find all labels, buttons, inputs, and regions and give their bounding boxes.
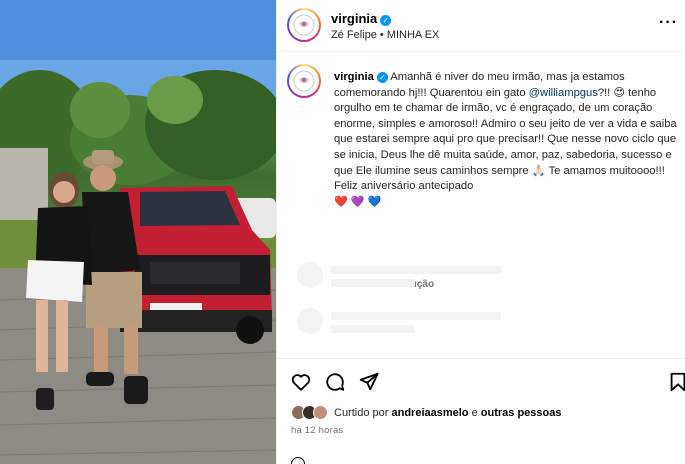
post-timestamp[interactable]: há 12 horas [291, 425, 343, 436]
author-avatar[interactable] [287, 8, 321, 42]
red-heart-emoji: ❤️ [334, 195, 348, 208]
post-side-panel: virginia ✓ Zé Felipe • MINHA EX ··· virgi… [276, 0, 685, 464]
caption-username[interactable]: virginia [334, 71, 374, 83]
comment-loading-placeholder [297, 262, 507, 292]
emoji-icon[interactable] [291, 457, 305, 464]
brand-logo [293, 70, 315, 92]
caption-hearts: ❤️ 💜 💙 [334, 195, 679, 211]
comment-loading-placeholder [297, 308, 507, 338]
liked-others-link[interactable]: outras pessoas [481, 407, 562, 419]
verified-badge-icon: ✓ [376, 72, 388, 83]
liker-avatars[interactable] [291, 405, 328, 420]
bookmark-icon[interactable] [667, 371, 685, 393]
more-options-icon[interactable]: ··· [659, 14, 678, 32]
post-subline[interactable]: Zé Felipe • MINHA EX [331, 29, 439, 41]
author-username-row[interactable]: virginia ✓ [331, 11, 392, 26]
heart-icon[interactable] [290, 371, 312, 393]
verified-badge-icon: ✓ [380, 15, 392, 26]
send-icon[interactable] [358, 371, 380, 393]
comment-icon[interactable] [324, 371, 346, 393]
post-actions: Curtido por andreiaasmelo e outras pesso… [277, 358, 685, 464]
liker-avatar[interactable] [313, 405, 328, 420]
liked-connector: e [471, 406, 478, 419]
caption-text: virginia ✓ Amanhã é niver do meu irmão, m… [334, 70, 679, 210]
liked-user-link[interactable]: andreiaasmelo [391, 407, 468, 419]
liked-prefix: Curtido por [334, 406, 389, 419]
post-header: virginia ✓ Zé Felipe • MINHA EX ··· [277, 0, 685, 52]
post-photo-illustration [0, 0, 276, 464]
caption-mention-link[interactable]: @williampgus [529, 87, 598, 99]
caption-body-end: ?!! 😍 tenho orgulho em te chamar de irmã… [334, 86, 677, 193]
author-username[interactable]: virginia [331, 11, 377, 26]
caption-avatar[interactable] [287, 64, 321, 98]
purple-heart-emoji: 💜 [350, 195, 365, 208]
liked-by-row: Curtido por andreiaasmelo e outras pesso… [291, 405, 561, 420]
post-photo [0, 0, 276, 464]
blue-heart-emoji: 💙 [367, 195, 382, 208]
brand-logo [293, 14, 315, 36]
